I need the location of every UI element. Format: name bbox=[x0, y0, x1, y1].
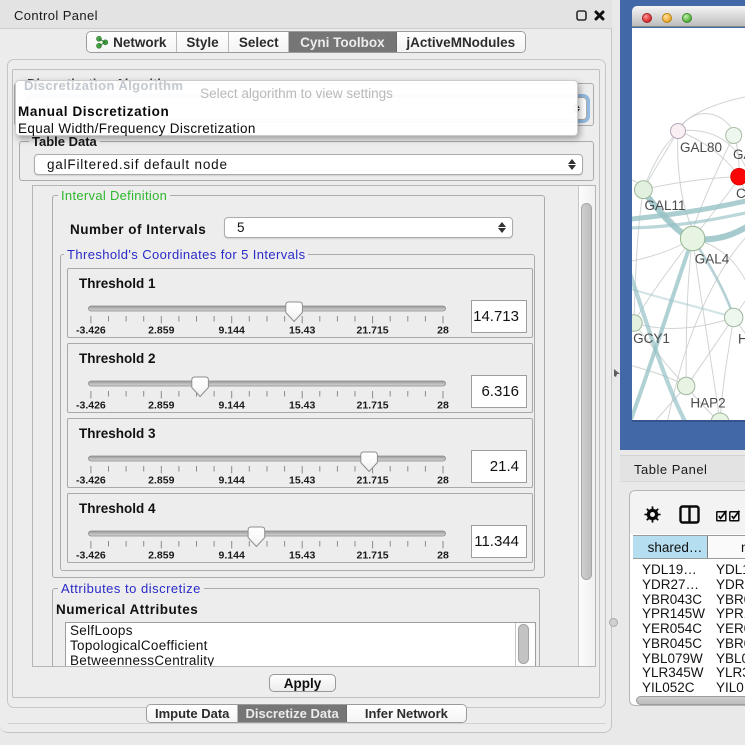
svg-text:15.43: 15.43 bbox=[289, 475, 315, 487]
svg-text:15.43: 15.43 bbox=[289, 400, 315, 412]
svg-text:GAL4: GAL4 bbox=[694, 252, 729, 267]
svg-text:C: C bbox=[736, 186, 745, 201]
svg-text:28: 28 bbox=[437, 475, 449, 487]
svg-text:28: 28 bbox=[437, 550, 449, 562]
svg-text:28: 28 bbox=[437, 400, 449, 412]
svg-text:-3.426: -3.426 bbox=[76, 475, 106, 487]
svg-text:9.144: 9.144 bbox=[219, 550, 245, 562]
svg-text:2.859: 2.859 bbox=[148, 400, 174, 412]
svg-text:GCY1: GCY1 bbox=[633, 331, 670, 346]
svg-text:15.43: 15.43 bbox=[289, 325, 315, 337]
svg-text:2.859: 2.859 bbox=[148, 325, 174, 337]
svg-text:HAP2: HAP2 bbox=[690, 396, 725, 411]
svg-text:21.715: 21.715 bbox=[357, 325, 389, 337]
svg-text:-3.426: -3.426 bbox=[76, 550, 106, 562]
svg-text:GA: GA bbox=[733, 147, 745, 162]
svg-text:21.715: 21.715 bbox=[357, 400, 389, 412]
svg-text:GAL80: GAL80 bbox=[679, 140, 721, 155]
svg-text:15.43: 15.43 bbox=[289, 550, 315, 562]
svg-text:2.859: 2.859 bbox=[148, 475, 174, 487]
svg-text:21.715: 21.715 bbox=[357, 550, 389, 562]
svg-text:28: 28 bbox=[437, 325, 449, 337]
svg-text:9.144: 9.144 bbox=[219, 400, 245, 412]
svg-text:-3.426: -3.426 bbox=[76, 325, 106, 337]
svg-text:H: H bbox=[738, 332, 745, 347]
svg-text:GAL11: GAL11 bbox=[644, 198, 685, 213]
svg-text:9.144: 9.144 bbox=[219, 475, 245, 487]
svg-text:21.715: 21.715 bbox=[357, 475, 389, 487]
svg-text:2.859: 2.859 bbox=[148, 550, 174, 562]
svg-text:9.144: 9.144 bbox=[219, 325, 245, 337]
svg-text:-3.426: -3.426 bbox=[76, 400, 106, 412]
